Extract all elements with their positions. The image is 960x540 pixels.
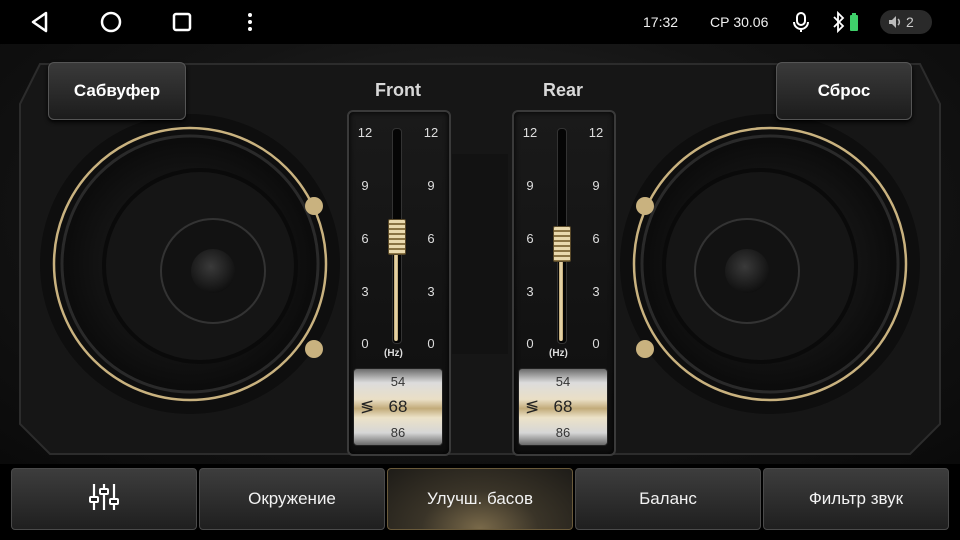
tab-surround[interactable]: Окружение — [199, 468, 385, 530]
front-frequency-next[interactable]: 86 — [354, 425, 442, 440]
rear-bass-panel: 12 9 6 3 0 12 9 6 3 0 (Hz) 54 ≶ 68 86 — [512, 110, 616, 456]
scale-label: 3 — [427, 284, 435, 299]
rear-frequency-picker[interactable]: 54 ≶ 68 86 — [518, 368, 608, 446]
scale-label: 9 — [427, 178, 435, 193]
more-vert-icon[interactable] — [238, 10, 262, 34]
date: СР 30.06 — [710, 14, 769, 30]
rear-level-slider[interactable] — [553, 128, 571, 344]
subwoofer-button[interactable]: Сабвуфер — [48, 62, 186, 120]
scale-label: 6 — [427, 231, 435, 246]
front-frequency-picker[interactable]: 54 ≶ 68 86 — [353, 368, 443, 446]
scale-label: 0 — [592, 336, 600, 351]
rear-level-handle[interactable] — [553, 225, 571, 262]
rear-unit-label: (Hz) — [549, 348, 568, 359]
scale-label: 6 — [526, 231, 534, 246]
bottom-tab-bar: Окружение Улучш. басов Баланс Фильтр зву… — [0, 464, 960, 540]
tab-equalizer[interactable] — [11, 468, 197, 530]
scale-label: 12 — [522, 125, 538, 140]
front-level-slider[interactable] — [388, 128, 406, 344]
scale-label: 3 — [361, 284, 369, 299]
volume-level: 2 — [906, 14, 914, 30]
scale-label: 12 — [357, 125, 373, 140]
front-frequency-value: 68 — [388, 397, 408, 416]
scale-label: 0 — [361, 336, 369, 351]
volume-icon — [888, 15, 902, 34]
back-icon[interactable] — [28, 10, 52, 34]
mic-icon[interactable] — [790, 10, 814, 34]
rear-frequency-prev[interactable]: 54 — [519, 374, 607, 389]
right-speaker — [620, 114, 920, 414]
scale-label: 9 — [361, 178, 369, 193]
scale-label: 6 — [592, 231, 600, 246]
recents-icon[interactable] — [170, 10, 194, 34]
scale-label: 6 — [361, 231, 369, 246]
battery-icon — [848, 10, 872, 34]
scale-label: 3 — [526, 284, 534, 299]
rear-frequency-next[interactable]: 86 — [519, 425, 607, 440]
equalizer-icon — [87, 482, 121, 517]
front-frequency-prev[interactable]: 54 — [354, 374, 442, 389]
scale-label: 3 — [592, 284, 600, 299]
scale-label: 0 — [427, 336, 435, 351]
tab-bass-boost[interactable]: Улучш. басов — [387, 468, 573, 530]
front-bass-panel: 12 9 6 3 0 12 9 6 3 0 (Hz) 54 ≶ 68 86 — [347, 110, 451, 456]
front-title: Front — [375, 80, 421, 100]
clock: 17:32 — [643, 14, 679, 30]
scale-label: 9 — [526, 178, 534, 193]
front-level-handle[interactable] — [388, 219, 406, 255]
reset-button[interactable]: Сброс — [776, 62, 912, 120]
volume-indicator[interactable]: 2 — [880, 10, 932, 34]
tab-sound-filter[interactable]: Фильтр звук — [763, 468, 949, 530]
scale-label: 0 — [526, 336, 534, 351]
rear-frequency-value: 68 — [553, 397, 573, 416]
front-unit-label: (Hz) — [384, 348, 403, 359]
left-speaker — [40, 114, 340, 414]
scale-label: 12 — [423, 125, 439, 140]
rear-title: Rear — [542, 80, 584, 100]
status-bar: 17:32 СР 30.06 2 — [0, 0, 960, 44]
tab-balance[interactable]: Баланс — [575, 468, 761, 530]
scale-label: 12 — [588, 125, 604, 140]
home-icon[interactable] — [99, 10, 123, 34]
bass-enhancement-stage: Сабвуфер Сброс Front Rear 12 9 6 3 0 12 … — [0, 44, 960, 464]
scale-label: 9 — [592, 178, 600, 193]
